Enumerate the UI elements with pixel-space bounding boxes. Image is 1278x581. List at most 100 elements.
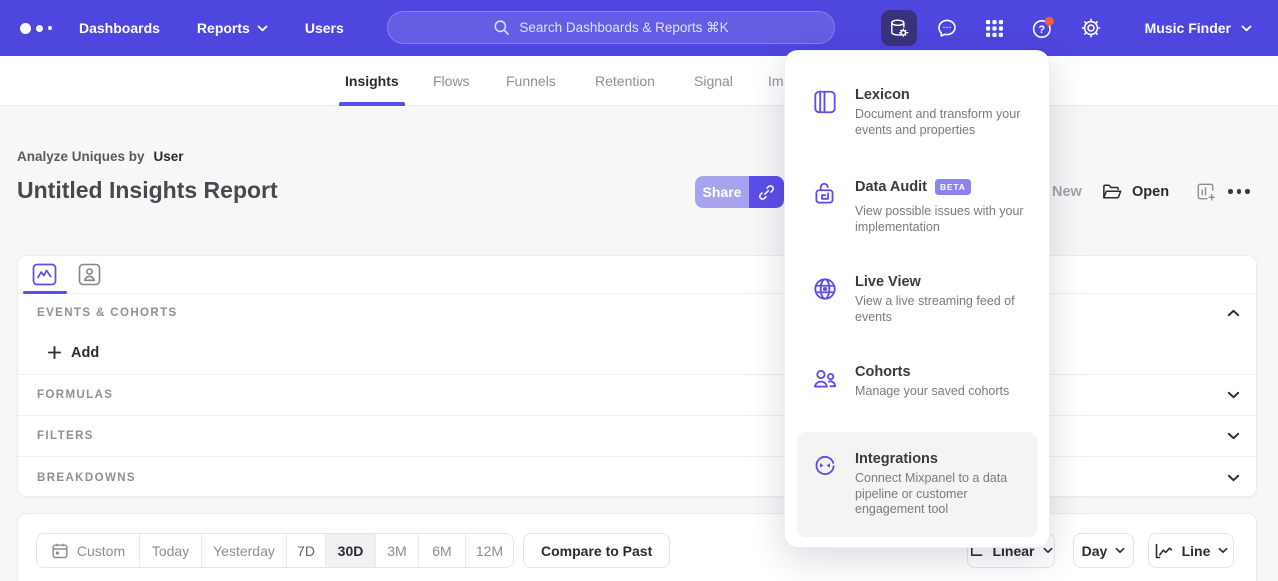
search-icon (493, 19, 510, 36)
mixpanel-logo-icon[interactable] (20, 0, 52, 56)
chart-controls-panel: Custom Today Yesterday 7D 30D 3M 6M 12M … (17, 513, 1257, 581)
chevron-down-icon[interactable] (1227, 391, 1240, 399)
menu-item-cohorts[interactable]: Cohorts Manage your saved cohorts (785, 364, 1049, 400)
chart-add-icon (1195, 181, 1216, 202)
section-label: FILTERS (37, 430, 94, 442)
section-breakdowns[interactable]: BREAKDOWNS (18, 456, 1256, 498)
apps-grid-icon (983, 17, 1006, 40)
line-chart-icon (1154, 542, 1174, 560)
tab-funnels[interactable]: Funnels (506, 56, 556, 106)
chevron-down-icon (1115, 547, 1125, 554)
menu-item-integrations[interactable]: Integrations Connect Mixpanel to a data … (797, 432, 1037, 537)
share-button-group: Share (695, 176, 784, 208)
date-range-30d[interactable]: 30D (326, 534, 376, 567)
plus-icon (48, 346, 61, 359)
section-events-cohorts[interactable]: EVENTS & COHORTS (18, 294, 1256, 331)
calendar-icon (51, 542, 69, 560)
new-report-button[interactable]: New (1052, 184, 1082, 200)
tab-flows[interactable]: Flows (433, 56, 470, 106)
data-management-button[interactable] (881, 10, 917, 46)
menu-item-title: Integrations (855, 451, 938, 467)
gear-icon (1079, 16, 1103, 40)
database-gear-icon (887, 17, 910, 40)
date-range-3m[interactable]: 3M (376, 534, 419, 567)
compare-to-past-button[interactable]: Compare to Past (523, 533, 670, 568)
top-navigation: Dashboards Reports Users (79, 0, 344, 56)
tab-profiles-builder[interactable] (78, 263, 101, 286)
date-range-6m[interactable]: 6M (419, 534, 466, 567)
date-range-7d[interactable]: 7D (287, 534, 326, 567)
menu-item-lexicon[interactable]: Lexicon Document and transform your even… (785, 87, 1049, 138)
more-options-button[interactable] (1228, 189, 1250, 194)
profile-icon (78, 263, 101, 286)
nav-users[interactable]: Users (305, 20, 344, 36)
builder-tabs (18, 256, 1256, 294)
cohorts-people-icon (811, 365, 839, 393)
interval-dropdown[interactable]: Day (1073, 533, 1134, 568)
search-input[interactable]: Search Dashboards & Reports ⌘K (387, 11, 835, 44)
search-placeholder: Search Dashboards & Reports ⌘K (519, 20, 728, 36)
tab-insights[interactable]: Insights (345, 56, 399, 106)
beta-badge: BETA (935, 179, 971, 195)
section-filters[interactable]: FILTERS (18, 415, 1256, 456)
open-report-button[interactable]: Open (1101, 181, 1169, 202)
live-view-globe-icon (811, 275, 839, 303)
menu-item-description: View possible issues with your implement… (855, 204, 1033, 235)
copy-link-button[interactable] (749, 176, 784, 208)
topbar-icons: ? Music Finder (881, 0, 1278, 56)
chevron-down-icon (1218, 547, 1228, 554)
section-label: BREAKDOWNS (37, 472, 136, 484)
help-button[interactable]: ? (1025, 10, 1061, 46)
date-range-custom[interactable]: Custom (37, 534, 140, 567)
tab-signal[interactable]: Signal (694, 56, 733, 106)
feedback-bubble-icon (935, 16, 959, 40)
apps-dropdown-panel: Lexicon Document and transform your even… (784, 50, 1050, 548)
menu-item-title: Live View (855, 274, 921, 290)
nav-reports[interactable]: Reports (197, 20, 268, 36)
section-label: EVENTS & COHORTS (37, 307, 178, 319)
date-range-today[interactable]: Today (140, 534, 202, 567)
nav-dashboards[interactable]: Dashboards (79, 20, 160, 36)
menu-item-data-audit[interactable]: Data Audit BETA View possible issues wit… (785, 179, 1049, 235)
add-to-dashboard-button[interactable] (1195, 181, 1216, 202)
apps-menu-button[interactable] (977, 10, 1013, 46)
menu-item-live-view[interactable]: Live View View a live streaming feed of … (785, 274, 1049, 325)
tab-retention[interactable]: Retention (595, 56, 655, 106)
page: Dashboards Reports Users Search Dashboar… (0, 0, 1278, 581)
tab-events-builder[interactable] (32, 263, 57, 286)
breadcrumb-entity-selector[interactable]: User (154, 149, 184, 164)
menu-item-title: Lexicon (855, 87, 910, 103)
add-event-button[interactable]: Add (48, 345, 99, 361)
add-event-row: Add (18, 331, 1256, 374)
feedback-button[interactable] (929, 10, 965, 46)
settings-button[interactable] (1073, 10, 1109, 46)
chart-type-dropdown[interactable]: Line (1148, 533, 1234, 568)
breadcrumb: Analyze Uniques by User (17, 149, 184, 164)
menu-item-description: Document and transform your events and p… (855, 107, 1033, 138)
menu-item-title: Data Audit (855, 179, 927, 195)
menu-item-description: Manage your saved cohorts (855, 384, 1033, 400)
query-builder-panel: EVENTS & COHORTS Add FORMULAS FILTERS BR… (17, 255, 1257, 497)
section-formulas[interactable]: FORMULAS (18, 374, 1256, 415)
insights-chart-icon (32, 263, 57, 286)
page-title[interactable]: Untitled Insights Report (17, 177, 278, 204)
chevron-down-icon[interactable] (1227, 432, 1240, 440)
data-audit-icon (811, 180, 839, 208)
notification-dot (1045, 16, 1054, 25)
integrations-sync-icon (811, 452, 839, 480)
chevron-up-icon[interactable] (1227, 309, 1240, 317)
chevron-down-icon[interactable] (1227, 474, 1240, 482)
link-icon (757, 183, 776, 202)
topbar: Dashboards Reports Users Search Dashboar… (0, 0, 1278, 56)
date-range-yesterday[interactable]: Yesterday (202, 534, 287, 567)
folder-icon (1101, 181, 1122, 202)
add-label: Add (71, 345, 99, 361)
chevron-down-icon (1043, 547, 1053, 554)
chevron-down-icon (257, 25, 268, 32)
menu-item-description: Connect Mixpanel to a data pipeline or c… (855, 471, 1033, 518)
workspace-selector[interactable]: Music Finder (1145, 20, 1252, 36)
section-label: FORMULAS (37, 389, 113, 401)
date-range-12m[interactable]: 12M (466, 534, 513, 567)
help-icon: ? (1030, 16, 1055, 41)
share-button[interactable]: Share (695, 176, 749, 208)
